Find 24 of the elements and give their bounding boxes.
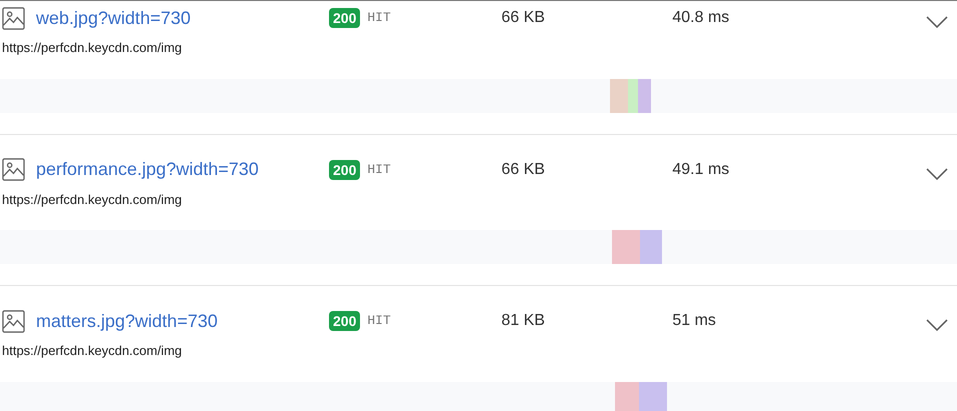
- file-link[interactable]: performance.jpg?width=730: [36, 156, 329, 183]
- cache-status: HIT: [367, 9, 392, 28]
- status-badge: 200: [329, 311, 360, 331]
- load-time: 49.1 ms: [672, 160, 730, 180]
- chevron-down-icon[interactable]: [926, 16, 948, 28]
- chevron-down-icon[interactable]: [926, 168, 948, 180]
- load-time: 51 ms: [672, 311, 717, 331]
- file-link[interactable]: web.jpg?width=730: [36, 4, 329, 32]
- url-text: https://perfcdn.keycdn.com/img: [2, 39, 183, 57]
- cache-status: HIT: [367, 312, 392, 330]
- image-icon: [2, 310, 25, 332]
- url-text: https://perfcdn.keycdn.com/img: [2, 190, 183, 209]
- load-time: 40.8 ms: [672, 8, 730, 28]
- chevron-down-icon[interactable]: [926, 319, 948, 331]
- image-icon: [2, 6, 25, 30]
- file-link[interactable]: matters.jpg?width=730: [36, 308, 329, 334]
- status-badge: 200: [329, 160, 360, 180]
- file-size: 66 KB: [501, 8, 546, 28]
- status-badge: 200: [329, 8, 360, 28]
- file-size: 81 KB: [501, 311, 546, 331]
- cache-status: HIT: [367, 160, 392, 179]
- url-text: https://perfcdn.keycdn.com/img: [2, 342, 183, 360]
- file-size: 66 KB: [501, 160, 546, 180]
- image-icon: [2, 158, 25, 181]
